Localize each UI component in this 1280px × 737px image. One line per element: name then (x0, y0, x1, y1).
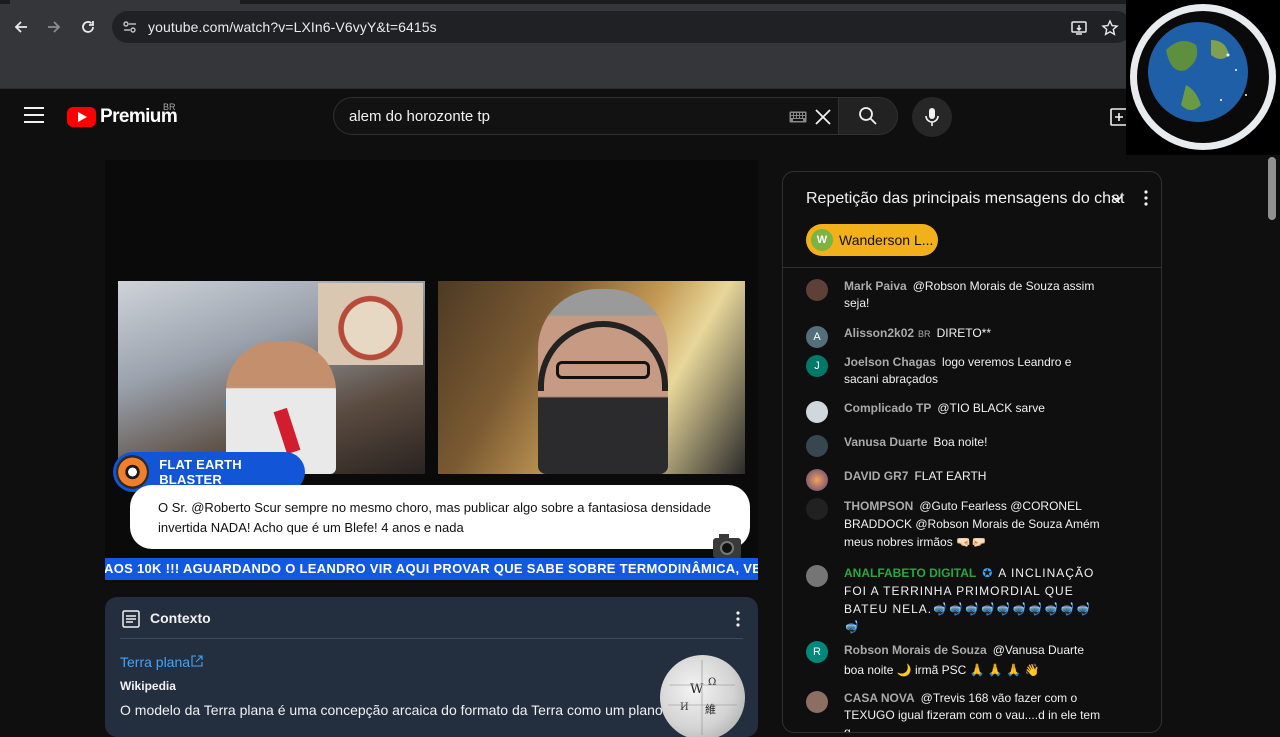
more-vert-icon[interactable] (1143, 189, 1149, 207)
featured-message: O Sr. @Roberto Scur sempre no mesmo chor… (130, 485, 750, 549)
context-description: O modelo da Terra plana é uma concepção … (120, 702, 683, 718)
install-app-icon[interactable] (1070, 19, 1088, 37)
close-icon[interactable] (812, 106, 834, 128)
site-settings-icon[interactable] (122, 19, 138, 35)
chat-author[interactable]: Joelson Chagas (844, 355, 936, 369)
context-panel: Contexto Terra plana Wikipedia O modelo … (105, 597, 758, 737)
pinned-name: Wanderson L... (839, 232, 934, 248)
keyboard-icon[interactable] (789, 111, 807, 123)
avatar: R (806, 641, 828, 663)
voice-search-button[interactable] (912, 97, 952, 137)
address-bar[interactable]: youtube.com/watch?v=LXIn6-V6vyY&t=6415s (112, 11, 1132, 43)
microphone-icon (925, 108, 939, 126)
chevron-down-icon[interactable] (1110, 191, 1124, 205)
avatar (806, 691, 828, 713)
forward-button[interactable] (41, 14, 67, 40)
live-chat-panel: Repetição das principais mensagens do ch… (782, 171, 1162, 733)
context-link[interactable]: Terra plana (120, 654, 190, 670)
arrow-right-icon (48, 21, 61, 33)
bookmarks-bar (0, 50, 1280, 89)
chat-text: @TIO BLACK sarve (937, 401, 1045, 415)
chat-message[interactable]: J Joelson Chagas logo veremos Leandro e s… (806, 354, 1106, 388)
avatar (806, 565, 828, 587)
browser-toolbar: youtube.com/watch?v=LXIn6-V6vyY&t=6415s (0, 4, 1280, 50)
url-text[interactable]: youtube.com/watch?v=LXIn6-V6vyY&t=6415s (148, 19, 437, 35)
verified-icon: ✪ (982, 566, 993, 580)
svg-text:Ω: Ω (708, 677, 716, 688)
back-button[interactable] (8, 14, 34, 40)
chat-message[interactable]: Complicado TP @TIO BLACK sarve (806, 400, 1106, 423)
search-input[interactable]: alem do horozonte tp (333, 97, 838, 135)
arrow-left-icon (14, 21, 27, 33)
avatar (806, 279, 828, 301)
bookmark-star-icon[interactable] (1101, 19, 1119, 37)
chat-author[interactable]: Alisson2k02 (844, 326, 914, 340)
chat-header: Repetição das principais mensagens do ch… (783, 172, 1161, 268)
chat-messages: Mark Paiva @Robson Morais de Souza assim … (783, 268, 1161, 732)
guest-camera-feed (438, 281, 745, 474)
avatar (806, 401, 828, 423)
chat-author[interactable]: CASA NOVA (844, 691, 915, 705)
reload-icon (82, 21, 94, 33)
chat-text: DIRETO** (936, 326, 992, 340)
globe-icon (1130, 4, 1276, 150)
chat-mode-selector[interactable]: Repetição das principais mensagens do ch… (806, 190, 1124, 208)
chat-message[interactable]: DAVID GR7 FLAT EARTH (806, 468, 1106, 491)
chat-message[interactable]: A Alisson2k02 BR DIRETO** (806, 325, 1106, 348)
context-source: Wikipedia (120, 679, 176, 693)
country-badge: BR (918, 329, 931, 339)
avatar (806, 435, 828, 457)
avatar: A (806, 326, 828, 348)
chat-text: FLAT EARTH (914, 469, 987, 483)
wall-map (318, 283, 423, 365)
chat-author[interactable]: DAVID GR7 (844, 469, 908, 483)
avatar (806, 469, 828, 491)
chat-author[interactable]: Complicado TP (844, 401, 931, 415)
chat-author[interactable]: ANALFABETO DIGITAL (844, 566, 976, 580)
news-ticker: AOS 10K !!! AGUARDANDO O LEANDRO VIR AQU… (105, 558, 758, 580)
external-link-icon[interactable] (191, 655, 203, 667)
info-list-icon (122, 610, 140, 628)
avatar: J (806, 355, 828, 377)
search-icon (859, 107, 877, 125)
chat-author[interactable]: Robson Morais de Souza (844, 643, 987, 657)
chat-message[interactable]: R Robson Morais de Souza @Vanusa Duarte b… (806, 640, 1106, 680)
avatar (806, 498, 828, 520)
chat-author[interactable]: THOMPSON (844, 499, 913, 513)
flat-earth-globe-watermark (1126, 0, 1280, 155)
youtube-header: Premium BR alem do horozonte tp (0, 89, 1280, 145)
host-name: FLAT EARTH BLASTER (159, 457, 242, 487)
chat-message[interactable]: ANALFABETO DIGITAL ✪ A INCLINAÇÃO FOI A TE… (806, 564, 1106, 636)
chat-author[interactable]: Vanusa Duarte (844, 435, 927, 449)
video-player[interactable]: FLAT EARTH BLASTER O Sr. @Roberto Scur s… (105, 160, 758, 582)
avatar: W (811, 229, 833, 251)
wikipedia-globe-icon: W Ω И 維 (660, 655, 745, 737)
chat-text: Boa noite! (933, 435, 988, 449)
chat-message[interactable]: CASA NOVA @Trevis 168 vão fazer com o TEX… (806, 690, 1106, 732)
chat-author[interactable]: Mark Paiva (844, 279, 907, 293)
page-scrollbar[interactable] (1268, 157, 1276, 220)
chat-message[interactable]: Mark Paiva @Robson Morais de Souza assim … (806, 278, 1106, 312)
more-vert-icon[interactable] (735, 610, 741, 628)
glasses (556, 361, 650, 379)
reload-button[interactable] (75, 14, 101, 40)
host-camera-feed (118, 281, 425, 474)
chat-message[interactable]: THOMPSON @Guto Fearless @CORONEL BRADDOCK… (806, 497, 1106, 551)
divider (120, 638, 743, 639)
host-avatar (116, 455, 150, 489)
search-button[interactable] (838, 97, 898, 135)
menu-icon[interactable] (24, 107, 44, 123)
pinned-supporter-chip[interactable]: W Wanderson L... (806, 224, 938, 256)
svg-text:И: И (680, 702, 689, 713)
logo-country-code: BR (163, 102, 176, 112)
chat-message[interactable]: Vanusa Duarte Boa noite! (806, 434, 1106, 457)
youtube-play-icon (67, 107, 96, 127)
search-query-text[interactable]: alem do horozonte tp (349, 108, 490, 125)
youtube-premium-logo[interactable]: Premium BR (67, 102, 178, 131)
ticker-text: AOS 10K !!! AGUARDANDO O LEANDRO VIR AQU… (105, 561, 758, 576)
context-title: Contexto (150, 610, 211, 626)
